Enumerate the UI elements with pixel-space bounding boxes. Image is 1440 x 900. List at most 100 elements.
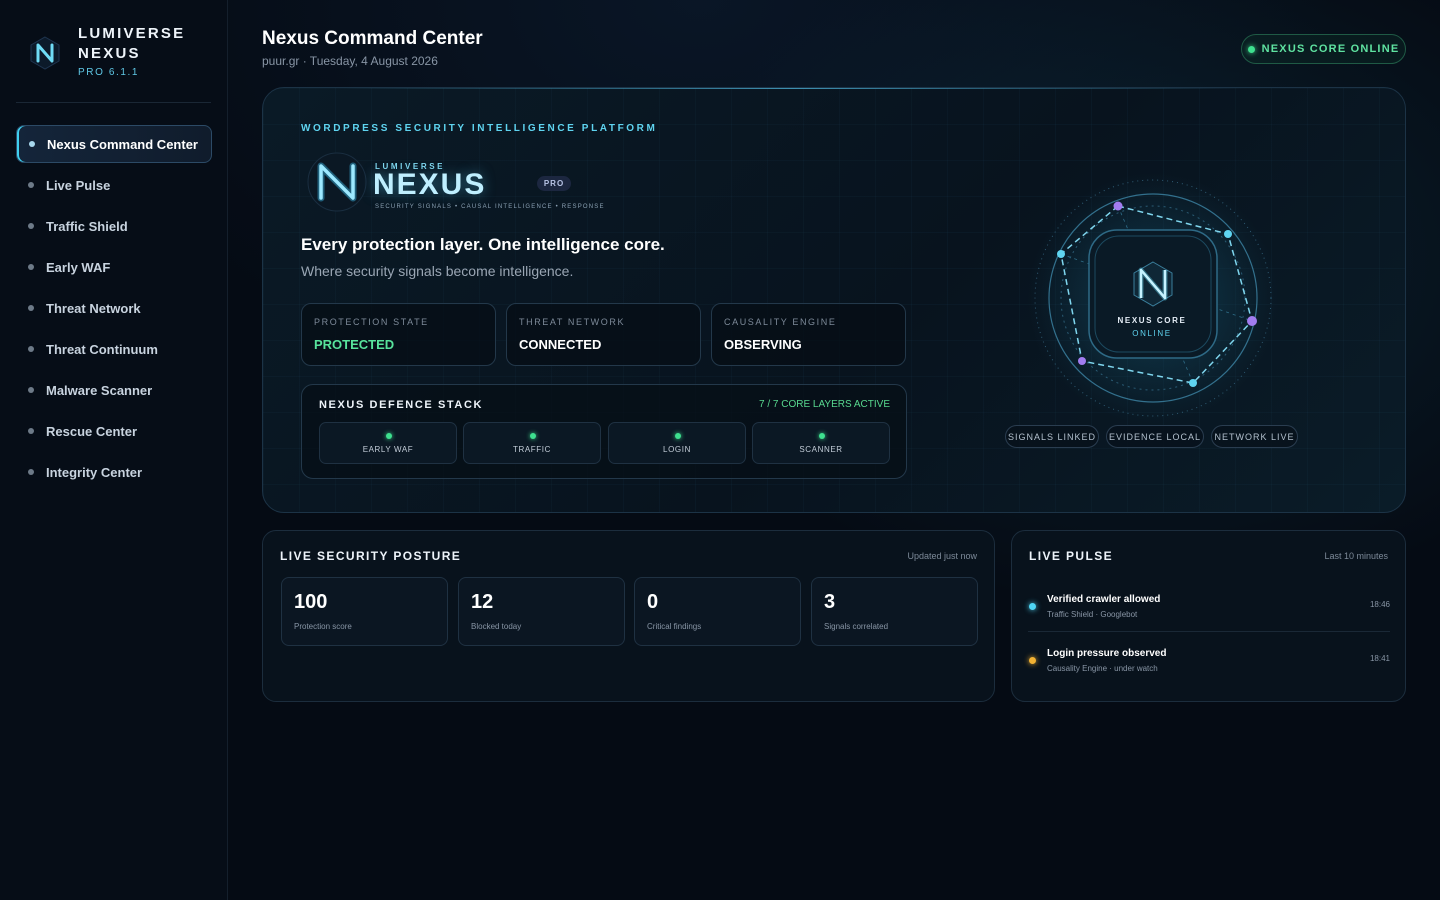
sidebar-item-nexus-command-center[interactable]: Nexus Command Center	[16, 125, 212, 163]
page-subtitle: puur.gr · Tuesday, 4 August 2026	[262, 54, 438, 68]
status-dot-icon	[386, 433, 392, 439]
metric-value: 12	[471, 591, 494, 613]
metric-value: 100	[294, 591, 328, 613]
bullet-icon	[28, 264, 34, 270]
core-status: ONLINE	[1132, 329, 1172, 338]
nexus-logo-icon	[30, 36, 60, 70]
metric-value: 0	[647, 591, 659, 613]
layer-traffic[interactable]: TRAFFIC	[463, 422, 601, 464]
hero-accent-line	[343, 88, 1243, 89]
nexus-core-orbit-graphic	[1028, 173, 1278, 423]
bullet-icon	[28, 223, 34, 229]
chip-evidence-local: EVIDENCE LOCAL	[1106, 425, 1204, 448]
sidebar-item-early-waf[interactable]: Early WAF	[16, 248, 212, 286]
bullet-icon	[28, 346, 34, 352]
sidebar-item-label: Rescue Center	[46, 423, 138, 439]
event-dot-icon	[1029, 603, 1036, 610]
panel-title: LIVE SECURITY POSTURE	[280, 549, 462, 563]
defence-stack-title: NEXUS DEFENCE STACK	[319, 399, 484, 411]
layer-label: LOGIN	[663, 445, 691, 454]
bullet-icon	[28, 469, 34, 475]
sidebar-divider	[16, 102, 211, 103]
protection-state-card: PROTECTION STATE PROTECTED	[301, 303, 496, 366]
layer-scanner[interactable]: SCANNER	[752, 422, 890, 464]
panel-meta: Updated just now	[907, 551, 977, 561]
defence-stack-count: 7 / 7 CORE LAYERS ACTIVE	[759, 399, 890, 410]
threat-network-card: THREAT NETWORK CONNECTED	[506, 303, 701, 366]
sidebar-item-traffic-shield[interactable]: Traffic Shield	[16, 207, 212, 245]
chip-network-live: NETWORK LIVE	[1211, 425, 1298, 448]
bullet-icon	[28, 428, 34, 434]
sidebar-item-malware-scanner[interactable]: Malware Scanner	[16, 371, 212, 409]
event-source: Causality Engine · under watch	[1047, 664, 1158, 673]
panel-title: LIVE PULSE	[1029, 549, 1114, 563]
core-status-label: NEXUS CORE ONLINE	[1261, 43, 1400, 55]
pro-badge: PRO	[537, 176, 571, 191]
layer-label: SCANNER	[799, 445, 843, 454]
brand-name-line1: LUMIVERSE	[78, 25, 186, 42]
sidebar-item-label: Traffic Shield	[46, 218, 128, 234]
brand-version: PRO 6.1.1	[78, 67, 140, 78]
status-dot-icon	[819, 433, 825, 439]
state-key: THREAT NETWORK	[519, 317, 626, 327]
panel-meta: Last 10 minutes	[1324, 551, 1388, 561]
brand-name-line2: NEXUS	[78, 45, 141, 62]
event-title: Login pressure observed	[1047, 648, 1167, 659]
status-dot-icon	[1247, 45, 1255, 53]
state-value: PROTECTED	[314, 337, 395, 352]
event-source: Traffic Shield · Googlebot	[1047, 610, 1138, 619]
event-dot-icon	[1029, 657, 1036, 664]
layer-login[interactable]: LOGIN	[608, 422, 746, 464]
sidebar-nav: Nexus Command Center Live Pulse Traffic …	[16, 125, 212, 494]
metric-critical-findings[interactable]: 0 Critical findings	[634, 577, 801, 646]
brand[interactable]: LUMIVERSE NEXUS PRO 6.1.1	[28, 24, 185, 78]
sidebar-item-integrity-center[interactable]: Integrity Center	[16, 453, 212, 491]
event-title: Verified crawler allowed	[1047, 594, 1161, 605]
pulse-event[interactable]: Login pressure observed Causality Engine…	[1028, 645, 1390, 691]
state-value: OBSERVING	[724, 337, 802, 352]
sidebar-item-label: Threat Network	[46, 300, 141, 316]
layer-label: EARLY WAF	[362, 445, 414, 454]
sidebar-item-rescue-center[interactable]: Rescue Center	[16, 412, 212, 450]
state-value: CONNECTED	[519, 337, 602, 352]
status-dot-icon	[675, 433, 681, 439]
sidebar-item-threat-continuum[interactable]: Threat Continuum	[16, 330, 212, 368]
defence-stack: NEXUS DEFENCE STACK 7 / 7 CORE LAYERS AC…	[301, 384, 907, 479]
sidebar-item-label: Nexus Command Center	[47, 136, 198, 152]
causality-engine-card: CAUSALITY ENGINE OBSERVING	[711, 303, 906, 366]
sidebar-item-threat-network[interactable]: Threat Network	[16, 289, 212, 327]
wordmark-tagline: SECURITY SIGNALS • CAUSAL INTELLIGENCE •…	[375, 204, 605, 210]
state-key: PROTECTION STATE	[314, 317, 429, 327]
sidebar-item-label: Live Pulse	[46, 177, 111, 193]
bullet-icon	[28, 387, 34, 393]
bullet-icon	[28, 182, 34, 188]
core-status-badge: NEXUS CORE ONLINE	[1241, 34, 1406, 64]
sidebar-item-live-pulse[interactable]: Live Pulse	[16, 166, 212, 204]
metric-signals-correlated[interactable]: 3 Signals correlated	[811, 577, 978, 646]
divider	[1028, 631, 1390, 632]
sidebar-item-label: Integrity Center	[46, 464, 143, 480]
metric-label: Signals correlated	[824, 622, 889, 631]
page-title: Nexus Command Center	[262, 28, 483, 49]
sidebar-item-label: Threat Continuum	[46, 341, 158, 357]
live-pulse-panel: LIVE PULSE Last 10 minutes Verified craw…	[1011, 530, 1406, 702]
nexus-logo-icon	[307, 152, 367, 212]
sidebar: LUMIVERSE NEXUS PRO 6.1.1 Nexus Command …	[0, 0, 228, 900]
metric-label: Blocked today	[471, 622, 522, 631]
sidebar-item-label: Malware Scanner	[46, 382, 153, 398]
metric-label: Critical findings	[647, 622, 702, 631]
hero-eyebrow: WORDPRESS SECURITY INTELLIGENCE PLATFORM	[301, 123, 658, 134]
metric-protection-score[interactable]: 100 Protection score	[281, 577, 448, 646]
event-time: 18:41	[1369, 654, 1390, 663]
metric-blocked-today[interactable]: 12 Blocked today	[458, 577, 625, 646]
hero-panel: WORDPRESS SECURITY INTELLIGENCE PLATFORM…	[262, 87, 1406, 513]
wordmark-big: NEXUS	[373, 168, 487, 201]
status-dot-icon	[530, 433, 536, 439]
core-label: NEXUS CORE	[1117, 316, 1187, 325]
sidebar-item-label: Early WAF	[46, 259, 111, 275]
metric-label: Protection score	[294, 622, 352, 631]
hero-headline: Every protection layer. One intelligence…	[301, 235, 665, 254]
chip-signals-linked: SIGNALS LINKED	[1005, 425, 1099, 448]
layer-early-waf[interactable]: EARLY WAF	[319, 422, 457, 464]
metric-value: 3	[824, 591, 836, 613]
